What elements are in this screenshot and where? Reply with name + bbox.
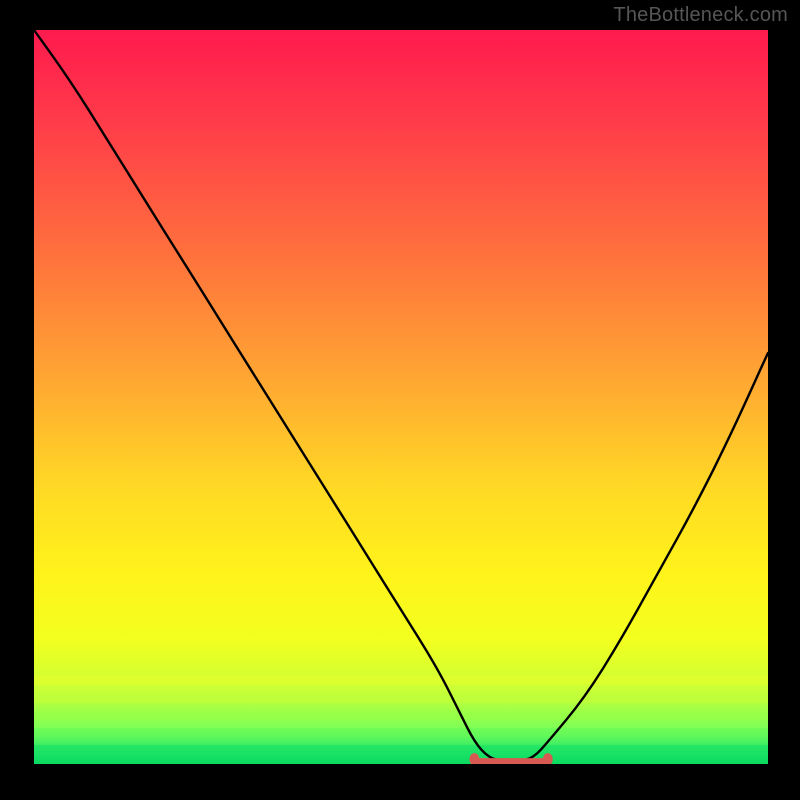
chart-svg [34, 30, 768, 764]
plot-area [34, 30, 768, 764]
chart-frame: TheBottleneck.com [0, 0, 800, 800]
optimal-range-marker [474, 758, 548, 763]
watermark-text: TheBottleneck.com [613, 4, 788, 27]
gradient-rect [34, 30, 768, 764]
